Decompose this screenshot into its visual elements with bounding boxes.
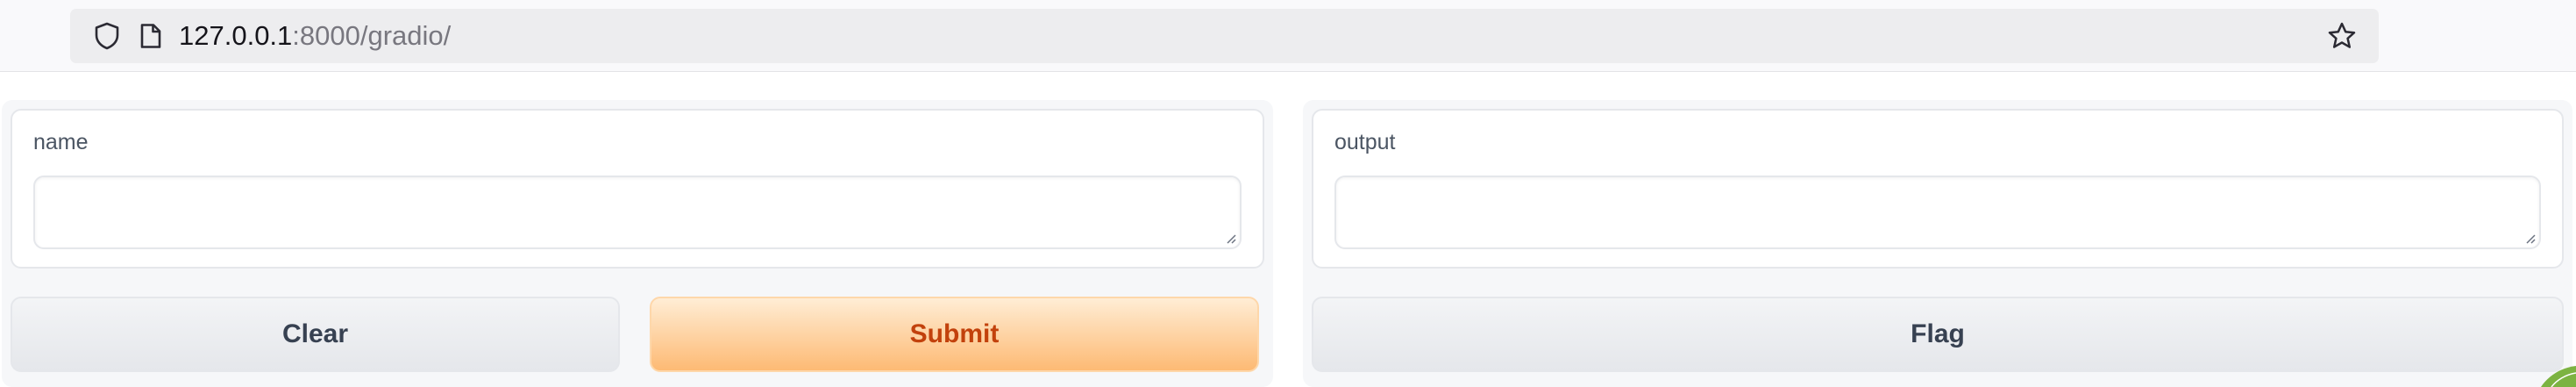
- resize-handle-icon[interactable]: [1222, 230, 1236, 244]
- output-label: output: [1334, 130, 1396, 154]
- name-input[interactable]: [33, 176, 1242, 249]
- flag-button[interactable]: Flag: [1312, 297, 2564, 372]
- leaf-decoration-icon: [2541, 366, 2576, 387]
- address-bar[interactable]: 127.0.0.1:8000/gradio/: [70, 9, 2379, 63]
- gradio-app: name Clear Submit output Flag: [0, 72, 2576, 387]
- resize-handle-icon[interactable]: [2522, 230, 2536, 244]
- name-label: name: [33, 130, 89, 154]
- name-textbox-block: name: [11, 109, 1264, 269]
- output-panel: output Flag: [1303, 100, 2572, 387]
- output-field[interactable]: [1334, 176, 2541, 249]
- shield-icon[interactable]: [82, 9, 132, 63]
- url-path: :8000/gradio/: [292, 20, 452, 51]
- url-host: 127.0.0.1: [179, 20, 293, 51]
- submit-button[interactable]: Submit: [650, 297, 1259, 372]
- url-text[interactable]: 127.0.0.1:8000/gradio/: [179, 9, 451, 63]
- page-icon: [126, 9, 175, 63]
- star-icon[interactable]: [2317, 9, 2366, 63]
- output-textbox-block: output: [1312, 109, 2564, 269]
- clear-button[interactable]: Clear: [11, 297, 620, 372]
- browser-toolbar: 127.0.0.1:8000/gradio/: [0, 0, 2576, 72]
- input-panel: name Clear Submit: [2, 100, 1273, 387]
